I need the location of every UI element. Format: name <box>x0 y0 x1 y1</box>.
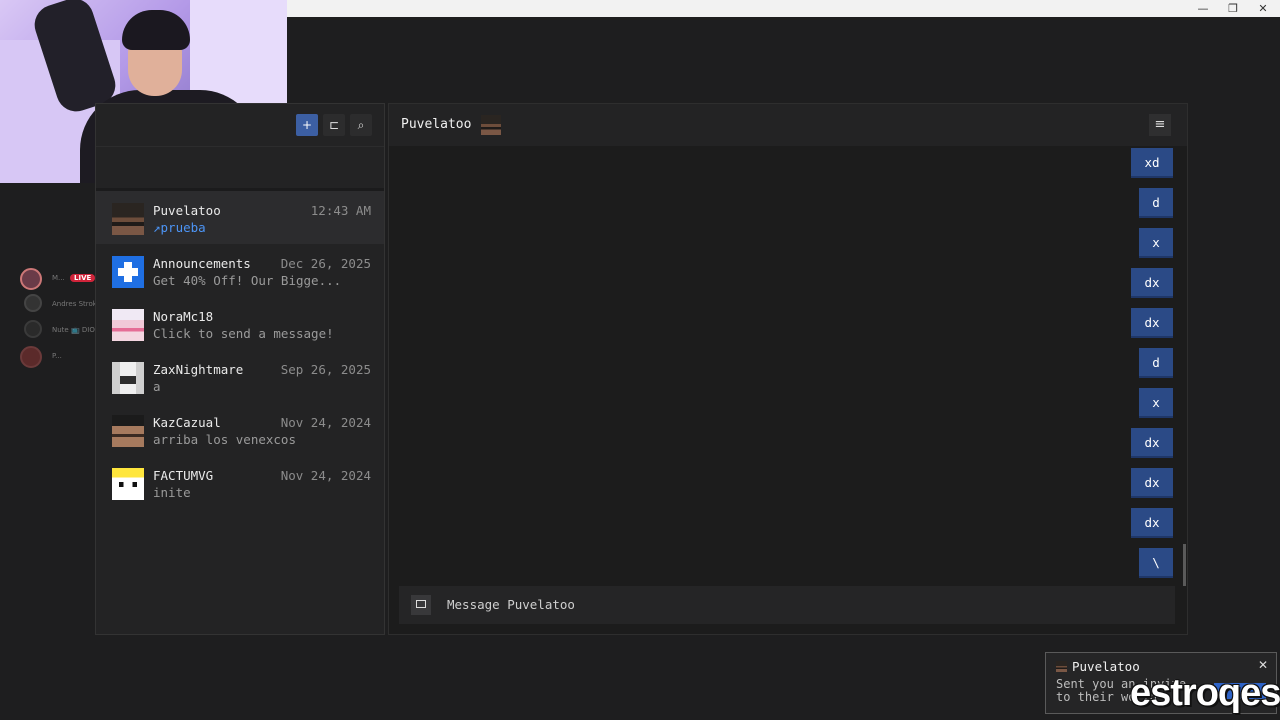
conversation-preview: inite <box>153 485 191 500</box>
viewer-avatar <box>24 294 42 312</box>
viewer-name: M... <box>52 274 65 282</box>
conversation-preview: Get 40% Off! Our Bigge... <box>153 273 342 288</box>
conversation-name: KazCazual <box>153 415 221 430</box>
message-bubble[interactable]: dx <box>1131 468 1173 498</box>
message-bubble[interactable]: dx <box>1131 268 1173 298</box>
conversation-time: Sep 26, 2025 <box>280 362 371 377</box>
conversation-time: Dec 26, 2025 <box>280 256 371 271</box>
conversation-name: NoraMc18 <box>153 309 214 324</box>
avatar <box>112 309 144 341</box>
conversation-item-announcements[interactable]: Announcements Dec 26, 2025 Get 40% Off! … <box>96 244 384 297</box>
avatar <box>112 468 144 500</box>
message-bubble[interactable]: \ <box>1139 548 1173 578</box>
conversation-preview: ↗prueba <box>153 220 206 235</box>
menu-icon[interactable]: ≡ <box>1149 114 1171 136</box>
announcement-icon <box>118 262 138 282</box>
minimize-button[interactable]: — <box>1188 1 1218 16</box>
conversation-name: Puvelatoo <box>153 203 221 218</box>
conversation-time: Nov 24, 2024 <box>280 415 371 430</box>
conversations-header: + ⊏ ⌕ <box>96 104 384 147</box>
webcam-person-hair <box>122 10 190 50</box>
notification-avatar <box>1056 661 1067 672</box>
conversation-item-kazcazual[interactable]: KazCazual Nov 24, 2024 arriba los venexc… <box>96 403 384 456</box>
add-friend-icon[interactable]: + <box>296 114 318 136</box>
conversation-preview: a <box>153 379 161 394</box>
conversation-item-zaxnightmare[interactable]: ZaxNightmare Sep 26, 2025 a <box>96 350 384 403</box>
new-group-icon[interactable]: ⊏ <box>323 114 345 136</box>
image-icon[interactable] <box>411 595 431 615</box>
message-input[interactable]: Message Puvelatoo <box>447 597 575 612</box>
message-bubble[interactable]: dx <box>1131 428 1173 458</box>
viewer-avatar <box>20 346 42 368</box>
conversation-item-factumvg[interactable]: FACTUMVG Nov 24, 2024 inite <box>96 456 384 509</box>
message-bubble[interactable]: x <box>1139 388 1173 418</box>
viewer-name: Nute 📺 DIOS <box>52 326 100 334</box>
conversation-list: Puvelatoo 12:43 AM ↗prueba Announcements… <box>96 191 384 509</box>
avatar <box>112 415 144 447</box>
search-icon[interactable]: ⌕ <box>350 114 372 136</box>
live-badge: LIVE <box>70 274 96 282</box>
message-bubble[interactable]: x <box>1139 228 1173 258</box>
message-bubble[interactable]: dx <box>1131 508 1173 538</box>
conversation-name: Announcements <box>153 256 251 271</box>
watermark-logo: estroqes <box>1130 672 1280 714</box>
chat-header: Puvelatoo ≡ <box>389 104 1187 146</box>
chat-panel: Puvelatoo ≡ xd d x dx dx d x dx dx dx \ Message Pu… <box>388 103 1188 635</box>
conversation-preview: arriba los venexcos <box>153 432 296 447</box>
message-composer: Message Puvelatoo <box>399 586 1175 624</box>
avatar <box>112 203 144 235</box>
conversation-time: Nov 24, 2024 <box>280 468 371 483</box>
viewer-avatar <box>24 320 42 338</box>
avatar <box>112 362 144 394</box>
scrollbar[interactable] <box>1183 544 1186 586</box>
message-bubble[interactable]: xd <box>1131 148 1173 178</box>
message-bubble[interactable]: dx <box>1131 308 1173 338</box>
close-window-button[interactable]: ✕ <box>1248 1 1278 16</box>
chat-title: Puvelatoo <box>401 117 472 132</box>
conversation-time: 12:43 AM <box>310 203 371 218</box>
message-bubble[interactable]: d <box>1139 188 1173 218</box>
conversation-item-noramc18[interactable]: NoraMc18 Click to send a message! <box>96 297 384 350</box>
viewer-avatar <box>20 268 42 290</box>
maximize-button[interactable]: ❐ <box>1218 1 1248 16</box>
avatar <box>112 256 144 288</box>
viewer-name: P... <box>52 352 62 360</box>
close-icon[interactable]: ✕ <box>1258 658 1268 672</box>
conversation-preview: Click to send a message! <box>153 326 334 341</box>
conversation-name: FACTUMVG <box>153 468 214 483</box>
conversation-name: ZaxNightmare <box>153 362 244 377</box>
message-bubble[interactable]: d <box>1139 348 1173 378</box>
chat-avatar <box>481 115 501 135</box>
conversation-item-puvelatoo[interactable]: Puvelatoo 12:43 AM ↗prueba <box>96 191 384 244</box>
conversations-panel: + ⊏ ⌕ Puvelatoo 12:43 AM ↗prueba Announc… <box>95 103 385 635</box>
